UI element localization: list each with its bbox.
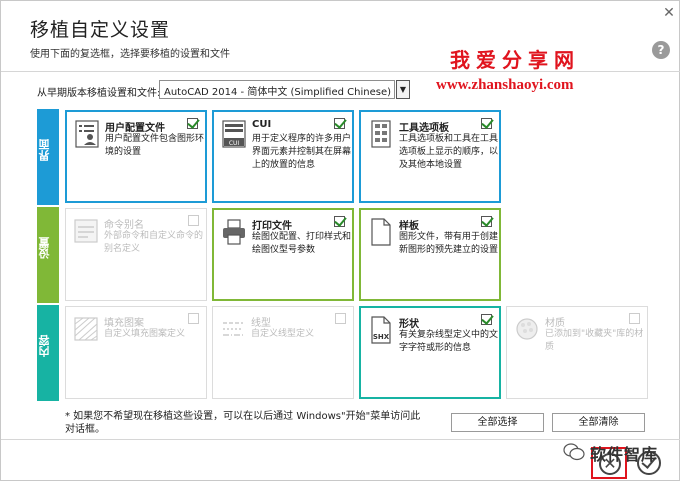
card-desc: 外部命令和自定义命令的别名定义 [104,231,204,254]
top-divider [1,71,680,72]
chevron-down-icon[interactable]: ▼ [396,80,410,99]
card-desc: 绘图仪配置、打印样式和绘图仪型号参数 [252,232,352,255]
checkbox-materials [629,313,640,324]
dialog-subtitle: 使用下面的复选框，选择要移植的设置和文件 [30,49,230,60]
card-plot-files[interactable]: 打印文件 绘图仪配置、打印样式和绘图仪型号参数 [212,208,354,301]
card-desc: 工具选项板和工具在工具选项板上显示的顺序，以及其他本地设置 [399,134,499,170]
checkbox-linetype [335,313,346,324]
card-desc: 自定义填充图案定义 [104,329,186,339]
card-title: 样板 [399,221,419,232]
user-profile-icon [75,120,99,148]
svg-text:SHX: SHX [373,333,390,341]
checkbox-cui[interactable] [334,118,345,129]
checkbox-user-profile[interactable] [187,118,198,129]
shx-file-icon: SHX [371,316,391,344]
linetype-icon [223,322,243,336]
card-desc: 用户配置文件包含图形环境的设置 [105,134,205,157]
card-title: 材质 [545,318,565,329]
group-band-interface: 界面 [37,109,59,205]
checkbox-hatch [188,313,199,324]
card-desc: 自定义线型定义 [251,329,315,339]
checkbox-plot-files[interactable] [334,216,345,227]
template-file-icon [371,218,391,246]
card-materials: 材质 已添加到"收藏夹"库的材质 [506,306,648,399]
card-title: 用户配置文件 [105,123,165,134]
card-title: 命令别名 [104,220,144,231]
checkbox-tool-palette[interactable] [481,118,492,129]
select-all-button[interactable]: 全部选择 [451,413,544,432]
card-templates[interactable]: 样板 图形文件，带有用于创建新图形的预先建立的设置 [359,208,501,301]
command-alias-icon [74,219,98,243]
card-title: 填充图案 [104,318,144,329]
cui-icon: CUI [222,120,246,148]
card-tool-palette[interactable]: 工具选项板 工具选项板和工具在工具选项板上显示的顺序，以及其他本地设置 [359,110,501,203]
tool-palette-icon [371,120,391,148]
card-desc: 已添加到"收藏夹"库的材质 [545,329,644,352]
watermark-title: 我爱分享网 [450,48,580,72]
material-sphere-icon [516,318,538,340]
group-label-content: 内容 [38,335,51,357]
source-version-label: 从早期版本移植设置和文件: [37,88,161,99]
footnote: * 如果您不希望现在移植这些设置，可以在以后通过 Windows"开始"菜单访问… [65,411,421,435]
group-label-settings: 设置 [38,237,51,259]
card-title: 形状 [399,319,419,330]
card-title: CUI [252,119,272,130]
hatch-pattern-icon [74,317,98,341]
help-icon[interactable]: ? [652,41,670,59]
clear-all-button[interactable]: 全部清除 [552,413,645,432]
svg-text:CUI: CUI [229,140,240,147]
dialog-title: 移植自定义设置 [30,19,171,41]
card-shapes[interactable]: SHX 形状 有关复杂线型定义中的文字字符或形的信息 [359,306,501,399]
card-hatch: 填充图案 自定义填充图案定义 [65,306,207,399]
group-label-interface: 界面 [38,139,51,161]
group-band-content: 内容 [37,305,59,401]
printer-icon [223,219,245,245]
card-desc: 有关复杂线型定义中的文字字符或形的信息 [399,330,499,353]
wechat-icon [563,443,585,461]
watermark-url: www.zhanshaoyi.com [436,77,574,93]
watermark-brand: 软件智库 [590,445,659,464]
checkbox-shapes[interactable] [481,314,492,325]
card-title: 工具选项板 [399,123,449,134]
card-cui[interactable]: CUI CUI 用于定义程序的许多用户界面元素并控制其在屏幕上的放置的信息 [212,110,354,203]
bottom-divider [1,439,680,440]
card-title: 打印文件 [252,221,292,232]
group-band-settings: 设置 [37,207,59,303]
checkbox-command-alias [188,215,199,226]
checkbox-templates[interactable] [481,216,492,227]
close-icon[interactable]: ✕ [661,5,677,21]
card-user-profile[interactable]: 用户配置文件 用户配置文件包含图形环境的设置 [65,110,207,203]
card-command-alias: 命令别名 外部命令和自定义命令的别名定义 [65,208,207,301]
source-version-select[interactable]: AutoCAD 2014 - 简体中文 (Simplified Chinese)… [159,80,395,99]
card-desc: 用于定义程序的许多用户界面元素并控制其在屏幕上的放置的信息 [252,134,352,170]
migrate-settings-dialog: 移植自定义设置 使用下面的复选框，选择要移植的设置和文件 ✕ ? 我爱分享网 w… [0,0,680,481]
card-linetype: 线型 自定义线型定义 [212,306,354,399]
card-desc: 图形文件，带有用于创建新图形的预先建立的设置 [399,232,499,255]
card-title: 线型 [251,318,271,329]
